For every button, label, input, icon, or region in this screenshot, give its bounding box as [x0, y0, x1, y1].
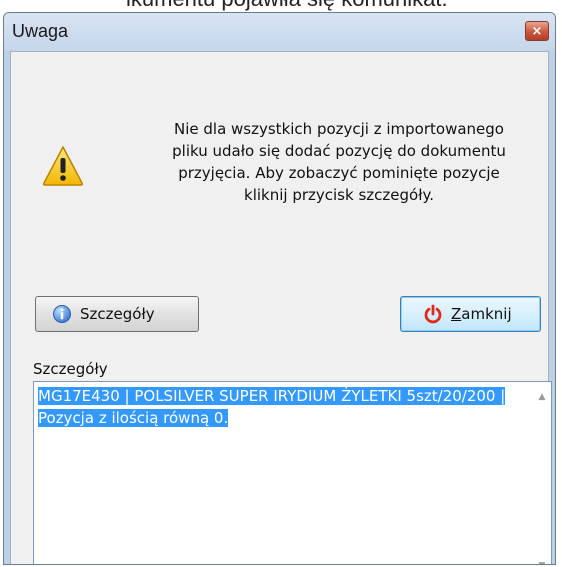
- close-button-label: Zamknij: [451, 305, 512, 323]
- details-button-label: Szczegóły: [80, 305, 155, 323]
- close-icon: ×: [531, 23, 543, 39]
- info-icon: [53, 305, 71, 323]
- title-bar[interactable]: Uwaga ×: [4, 13, 555, 51]
- close-button[interactable]: Zamknij: [400, 296, 541, 332]
- details-textarea[interactable]: MG17E430 | POLSILVER SUPER IRYDIUM ŻYLET…: [33, 381, 552, 564]
- power-icon: [424, 304, 442, 324]
- dialog-body: Nie dla wszystkich pozycji z importowane…: [10, 51, 552, 564]
- details-button[interactable]: Szczegóły: [35, 296, 199, 332]
- warning-icon: [42, 146, 84, 186]
- details-text: MG17E430 | POLSILVER SUPER IRYDIUM ŻYLET…: [38, 385, 522, 429]
- details-selected-text: MG17E430 | POLSILVER SUPER IRYDIUM ŻYLET…: [38, 387, 506, 427]
- close-window-button[interactable]: ×: [525, 21, 549, 41]
- warning-message: Nie dla wszystkich pozycji z importowane…: [172, 120, 506, 204]
- caption-text: ikumentu pojawiła się komunikat.: [126, 0, 448, 12]
- background-caption-fragment: ikumentu pojawiła się komunikat.: [0, 0, 562, 12]
- dialog-window: Uwaga × Nie dla wszystkich pozycji z imp…: [3, 12, 556, 565]
- dialog-title: Uwaga: [12, 21, 69, 41]
- details-scrollbar[interactable]: ▲ ▼: [533, 382, 551, 564]
- details-label: Szczegóły: [33, 360, 108, 378]
- scroll-down-arrow-icon[interactable]: ▼: [533, 557, 551, 564]
- scroll-up-arrow-icon[interactable]: ▲: [533, 388, 551, 406]
